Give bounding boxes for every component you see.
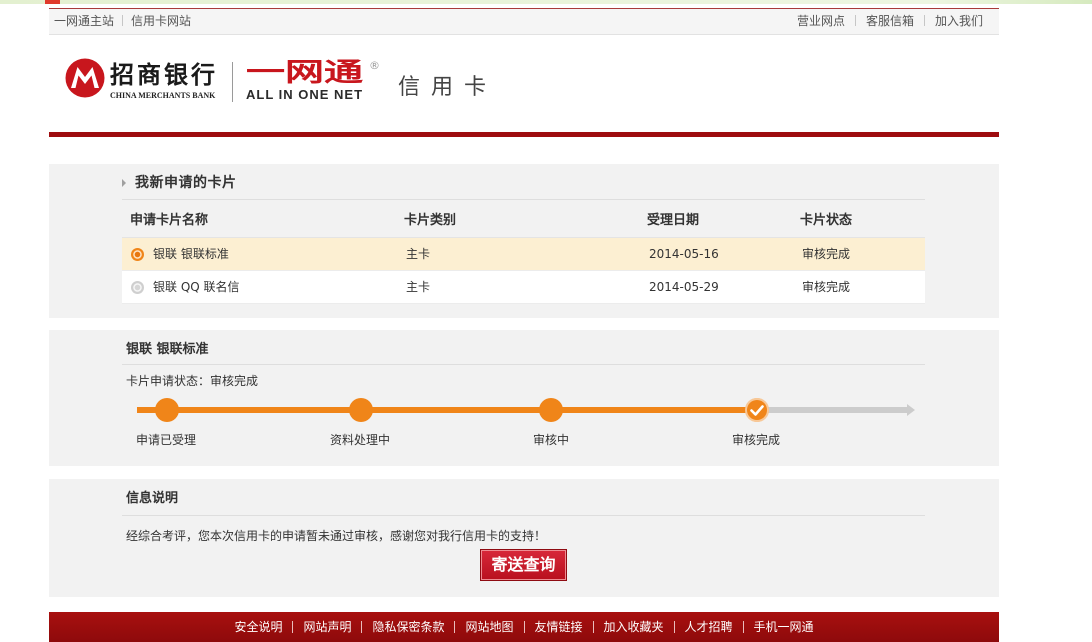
top-nav-left: 一网通主站 信用卡网站 (54, 9, 191, 34)
radio-icon[interactable] (131, 248, 144, 261)
radio-icon[interactable] (131, 281, 144, 294)
status-value: 审核完成 (210, 374, 259, 388)
cell-card-status: 审核完成 (802, 247, 851, 261)
cell-card-name: 银联 QQ 联名信 (153, 280, 240, 294)
step-dot (745, 398, 769, 422)
new-cards-panel: 我新申请的卡片 申请卡片名称 卡片类别 受理日期 卡片状态 银联 银联标准 主卡… (49, 164, 999, 318)
status-label: 卡片申请状态： (126, 374, 211, 388)
application-status: 卡片申请状态：审核完成 (126, 373, 258, 389)
cell-accept-date: 2014-05-29 (649, 280, 719, 294)
footer-link-careers[interactable]: 人才招聘 (664, 612, 733, 642)
registered-mark: ® (369, 59, 380, 72)
cell-card-type: 主卡 (406, 247, 431, 261)
send-inquiry-button[interactable]: 寄送查询 (480, 549, 567, 581)
top-link-credit-card-site[interactable]: 信用卡网站 (114, 9, 191, 34)
info-title: 信息说明 (126, 491, 179, 506)
cards-table: 申请卡片名称 卡片类别 受理日期 卡片状态 银联 银联标准 主卡 2014-05… (122, 205, 925, 304)
table-row[interactable]: 银联 银联标准 主卡 2014-05-16 审核完成 (122, 238, 925, 271)
step-dot (349, 398, 373, 422)
info-panel: 信息说明 经综合考评，您本次信用卡的申请暂未通过审核，感谢您对我行信用卡的支持！… (49, 479, 999, 597)
cell-card-status: 审核完成 (802, 280, 851, 294)
header-divider (49, 132, 999, 137)
section-name: 信用卡 (398, 75, 498, 100)
site-footer: 安全说明 网站声明 隐私保密条款 网站地图 友情链接 加入收藏夹 人才招聘 手机一网通 (49, 612, 999, 642)
footer-link-security[interactable]: 安全说明 (234, 612, 282, 642)
cell-card-name: 银联 银联标准 (153, 247, 229, 261)
progress-card-name: 银联 银联标准 (126, 342, 209, 357)
top-nav-bar: 一网通主站 信用卡网站 营业网点 客服信箱 加入我们 (49, 8, 999, 35)
title-divider (122, 199, 925, 200)
top-link-branches[interactable]: 营业网点 (797, 9, 845, 34)
step-label-accepted: 申请已受理 (135, 433, 196, 447)
application-progress-panel: 银联 银联标准 卡片申请状态：审核完成 申请已受理 资料处理中 审核中 审核完成 (49, 330, 999, 466)
col-header-card-status: 卡片状态 (800, 213, 853, 228)
bank-name-english: CHINA MERCHANTS BANK (110, 91, 216, 100)
step-label-processing: 资料处理中 (329, 433, 390, 447)
footer-link-mobile[interactable]: 手机一网通 (733, 612, 814, 642)
browser-top-strip (0, 0, 1092, 4)
footer-link-sitemap[interactable]: 网站地图 (444, 612, 513, 642)
cmb-emblem-icon (65, 58, 105, 98)
portal-name-english: ALL IN ONE NET (246, 87, 364, 102)
col-header-card-type: 卡片类别 (404, 213, 457, 228)
top-nav-right: 营业网点 客服信箱 加入我们 (797, 9, 983, 34)
info-message: 经综合考评，您本次信用卡的申请暂未通过审核，感谢您对我行信用卡的支持！ (126, 529, 547, 543)
footer-link-privacy[interactable]: 隐私保密条款 (351, 612, 444, 642)
table-row[interactable]: 银联 QQ 联名信 主卡 2014-05-29 审核完成 (122, 271, 925, 304)
step-label-reviewing: 审核中 (532, 433, 569, 447)
top-link-service-mailbox[interactable]: 客服信箱 (845, 9, 914, 34)
cards-table-header: 申请卡片名称 卡片类别 受理日期 卡片状态 (122, 205, 925, 238)
col-header-accept-date: 受理日期 (647, 213, 700, 228)
logo-divider (232, 62, 233, 102)
step-dot (539, 398, 563, 422)
title-divider (122, 515, 925, 516)
arrow-right-icon (122, 179, 126, 187)
top-link-join-us[interactable]: 加入我们 (914, 9, 983, 34)
cell-card-type: 主卡 (406, 280, 431, 294)
title-divider (122, 364, 925, 365)
window-corner-icon (45, 0, 60, 4)
footer-link-statement[interactable]: 网站声明 (282, 612, 351, 642)
step-label-review-complete: 审核完成 (731, 433, 780, 447)
top-link-main-site[interactable]: 一网通主站 (54, 9, 114, 34)
step-dot (155, 398, 179, 422)
progress-fill (137, 407, 757, 413)
cell-accept-date: 2014-05-16 (649, 247, 719, 261)
footer-link-friend-links[interactable]: 友情链接 (514, 612, 583, 642)
portal-name: 一网通 (246, 58, 364, 88)
arrow-head-icon (907, 404, 915, 416)
footer-link-bookmark[interactable]: 加入收藏夹 (583, 612, 664, 642)
footer-links: 安全说明 网站声明 隐私保密条款 网站地图 友情链接 加入收藏夹 人才招聘 手机一网通 (49, 612, 999, 642)
new-cards-title: 我新申请的卡片 (135, 175, 237, 191)
check-icon (750, 405, 764, 416)
bank-name: 招商银行 (110, 61, 218, 89)
col-header-card-name: 申请卡片名称 (130, 213, 209, 228)
